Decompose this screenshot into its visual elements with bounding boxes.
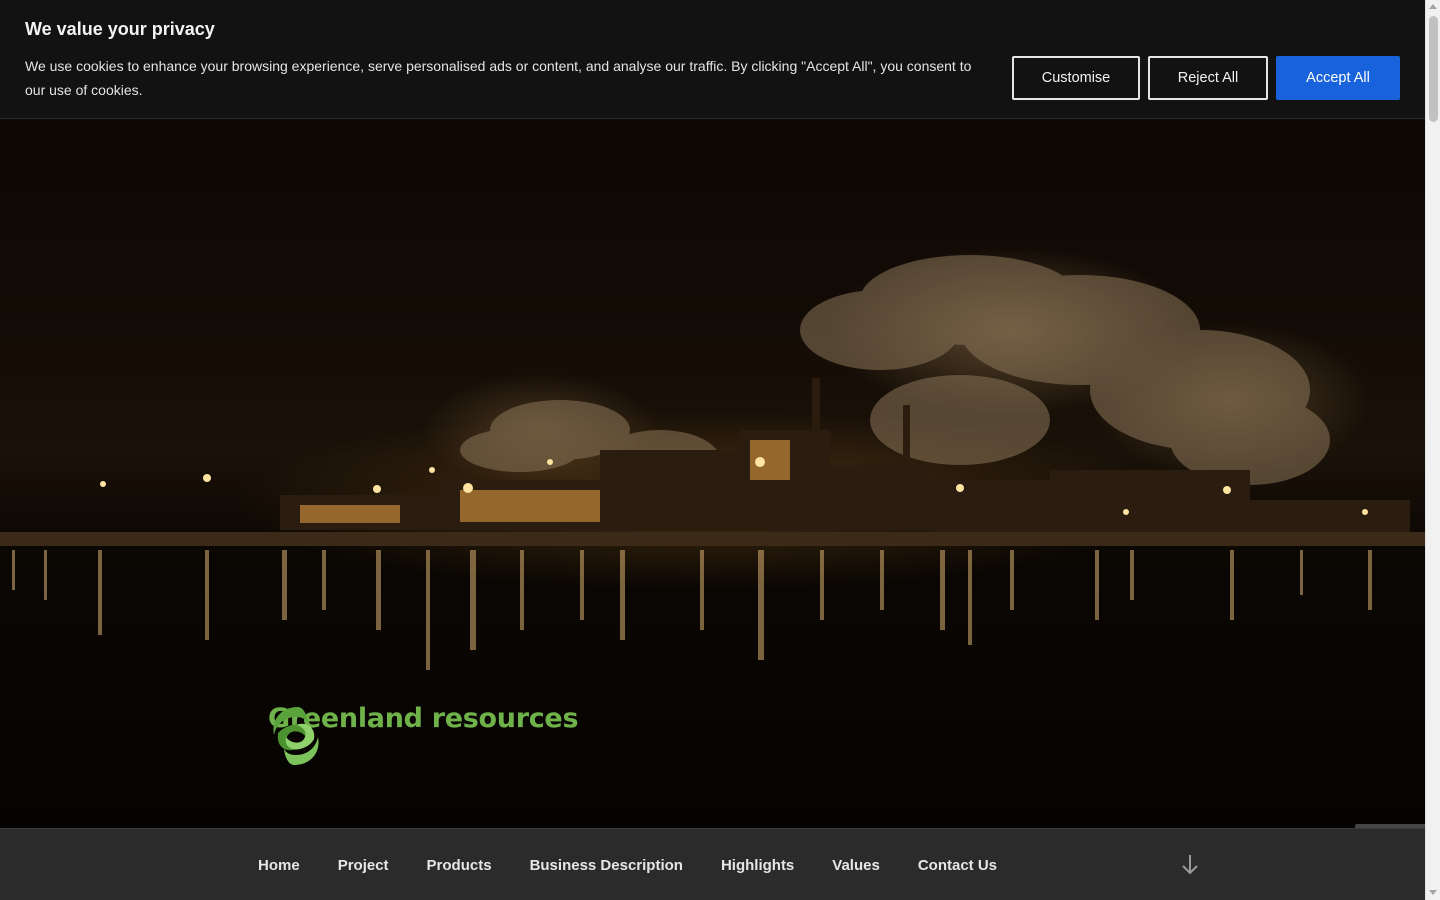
cookie-banner: We value your privacy We use cookies to … — [0, 0, 1425, 119]
nav-item-project[interactable]: Project — [338, 857, 389, 874]
nav-item-products[interactable]: Products — [427, 857, 492, 874]
cookie-banner-title: We value your privacy — [25, 19, 215, 39]
scrollbar-thumb[interactable] — [1429, 16, 1438, 122]
nav-item-highlights[interactable]: Highlights — [721, 857, 794, 874]
nav-item-contact-us[interactable]: Contact Us — [918, 857, 997, 874]
accept-all-button[interactable]: Accept All — [1276, 56, 1400, 100]
nav-menu: Home Project Products Business Descripti… — [258, 857, 1035, 874]
swirl-logo-icon — [273, 707, 319, 765]
hero-image: Greenland resources — [0, 0, 1425, 828]
scroll-up-arrow-icon[interactable] — [1429, 4, 1437, 9]
page: Greenland resources Home Project Product… — [0, 0, 1425, 900]
main-navigation: Home Project Products Business Descripti… — [0, 828, 1425, 900]
industrial-night-scene — [0, 255, 1425, 670]
nav-item-home[interactable]: Home — [258, 857, 300, 874]
greenland-logo[interactable]: Greenland resources — [268, 703, 579, 765]
nav-item-values[interactable]: Values — [832, 857, 880, 874]
customise-button[interactable]: Customise — [1012, 56, 1140, 100]
arrow-down-icon[interactable] — [1180, 853, 1200, 877]
reject-all-button[interactable]: Reject All — [1148, 56, 1268, 100]
vertical-scrollbar[interactable] — [1425, 0, 1440, 900]
nav-item-business-description[interactable]: Business Description — [530, 857, 683, 874]
cookie-banner-message: We use cookies to enhance your browsing … — [25, 58, 972, 98]
scroll-down-arrow-icon[interactable] — [1429, 890, 1437, 895]
